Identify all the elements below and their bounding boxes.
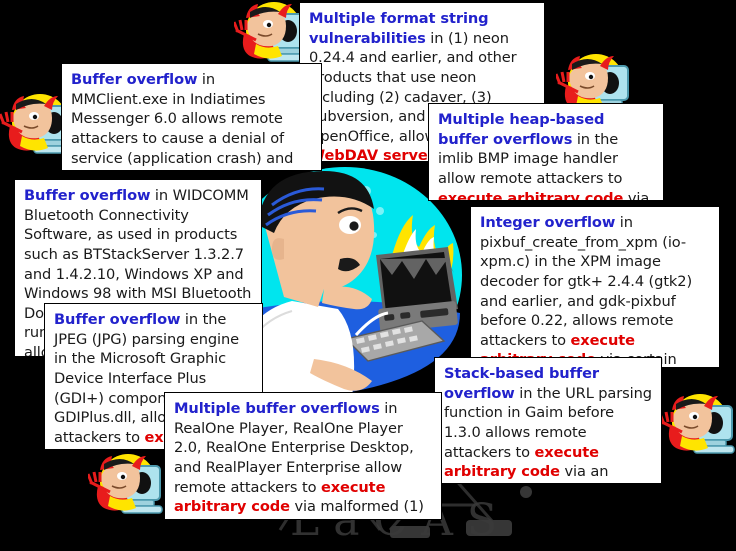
vulnerability-card-gaim: Stack-based buffer overflow in the URL p… bbox=[434, 357, 662, 484]
vulnerability-card-mmclient: Buffer overflow in MMClient.exe in India… bbox=[61, 63, 322, 171]
card-lead-text: Multiple buffer overflows bbox=[174, 400, 380, 417]
card-emphasis-text: execute arbitrary code bbox=[438, 189, 624, 201]
vulnerability-card-integer-overflow: Integer overflow in pixbuf_create_from_x… bbox=[470, 206, 720, 368]
card-body-text: in pixbuf_create_from_xpm (io-xpm.c) in … bbox=[480, 214, 693, 349]
card-lead-text: Integer overflow bbox=[480, 214, 616, 231]
devil-with-computer-icon bbox=[660, 392, 736, 462]
vulnerability-card-realone: Multiple buffer overflows in RealOne Pla… bbox=[164, 392, 442, 520]
vulnerability-card-imlib: Multiple heap-based buffer overflows in … bbox=[428, 103, 664, 201]
man-at-burning-computer-icon bbox=[228, 163, 462, 397]
card-lead-text: Buffer overflow bbox=[71, 71, 198, 88]
card-lead-text: Buffer overflow bbox=[24, 187, 151, 204]
vulnerability-collage: L a C A S Multiple format string vulnera… bbox=[0, 0, 736, 551]
card-lead-text: Buffer overflow bbox=[54, 311, 181, 328]
devil-with-computer-icon bbox=[88, 452, 166, 522]
